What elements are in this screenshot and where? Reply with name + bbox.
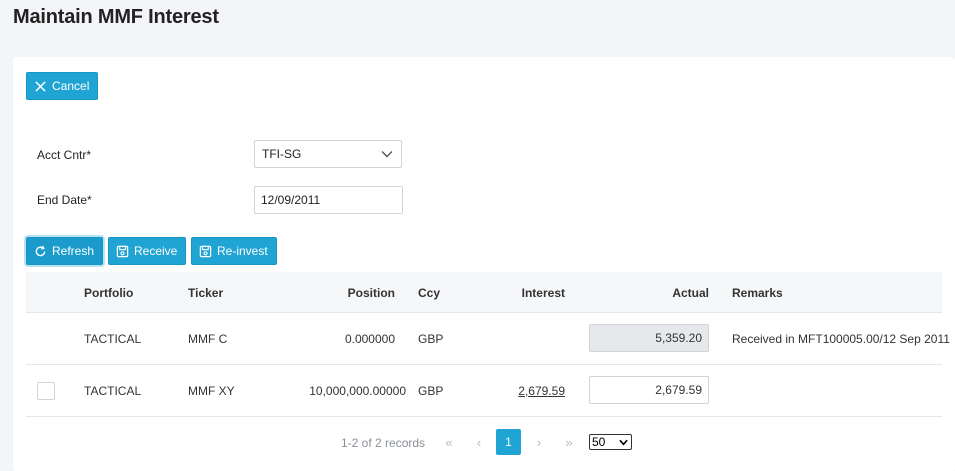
actual-input-disabled: 5,359.20 bbox=[589, 324, 709, 352]
close-icon bbox=[35, 80, 46, 92]
cell-ccy: GBP bbox=[418, 332, 444, 346]
end-date-label: End Date* bbox=[37, 193, 92, 207]
page-title: Maintain MMF Interest bbox=[13, 6, 219, 28]
column-header-actual[interactable]: Actual bbox=[609, 286, 709, 300]
reinvest-button-label: Re-invest bbox=[217, 244, 268, 258]
grid-header-row: Portfolio Ticker Position Ccy Interest A… bbox=[26, 272, 942, 313]
refresh-button[interactable]: Refresh bbox=[26, 237, 104, 265]
refresh-icon bbox=[35, 245, 46, 256]
refresh-button-label: Refresh bbox=[52, 244, 95, 258]
cell-remarks: Received in MFT100005.00/12 Sep 2011 bbox=[732, 332, 950, 346]
last-page-button[interactable]: » bbox=[557, 430, 581, 454]
page-number-current[interactable]: 1 bbox=[496, 429, 521, 455]
cell-ticker: MMF C bbox=[188, 332, 228, 346]
reinvest-button[interactable]: Re-invest bbox=[191, 237, 277, 265]
first-page-button[interactable]: « bbox=[437, 430, 461, 454]
pagination-info: 1-2 of 2 records bbox=[341, 436, 426, 450]
table-row: TACTICAL MMF XY 10,000,000.00000 GBP 2,6… bbox=[26, 365, 942, 417]
column-header-position[interactable]: Position bbox=[295, 286, 395, 300]
cell-ccy: GBP bbox=[418, 384, 444, 398]
cell-position: 10,000,000.00000 bbox=[309, 384, 406, 398]
cancel-button[interactable]: Cancel bbox=[26, 72, 99, 100]
acct-cntr-label: Acct Cntr* bbox=[37, 148, 92, 162]
cell-position: 0.000000 bbox=[344, 332, 395, 346]
cancel-button-label: Cancel bbox=[52, 79, 90, 93]
column-header-ccy[interactable]: Ccy bbox=[418, 286, 440, 300]
acct-cntr-select[interactable]: TFI-SG bbox=[254, 140, 402, 168]
page-size-value: 50 bbox=[592, 435, 606, 449]
save-icon bbox=[199, 245, 212, 257]
end-date-input[interactable] bbox=[254, 186, 403, 214]
column-header-remarks[interactable]: Remarks bbox=[732, 286, 783, 300]
cell-ticker: MMF XY bbox=[188, 384, 235, 398]
actual-input[interactable]: 2,679.59 bbox=[589, 376, 709, 404]
next-page-button[interactable]: › bbox=[527, 430, 551, 454]
page-size-select[interactable]: 50 bbox=[589, 434, 632, 450]
chevron-down-icon bbox=[381, 151, 393, 158]
cell-portfolio: TACTICAL bbox=[84, 384, 142, 398]
interest-link[interactable]: 2,679.59 bbox=[465, 384, 565, 398]
column-header-ticker[interactable]: Ticker bbox=[188, 286, 223, 300]
column-header-portfolio[interactable]: Portfolio bbox=[84, 286, 133, 300]
acct-cntr-value: TFI-SG bbox=[262, 147, 302, 161]
chevron-down-icon bbox=[619, 439, 628, 446]
prev-page-button[interactable]: ‹ bbox=[467, 430, 491, 454]
column-header-interest[interactable]: Interest bbox=[465, 286, 565, 300]
receive-button-label: Receive bbox=[134, 244, 178, 258]
receive-button[interactable]: Receive bbox=[108, 237, 187, 265]
table-row: TACTICAL MMF C 0.000000 GBP 5,359.20 Rec… bbox=[26, 313, 950, 365]
save-icon bbox=[116, 245, 129, 257]
row-select-checkbox[interactable] bbox=[37, 382, 55, 400]
cell-portfolio: TACTICAL bbox=[84, 332, 142, 346]
